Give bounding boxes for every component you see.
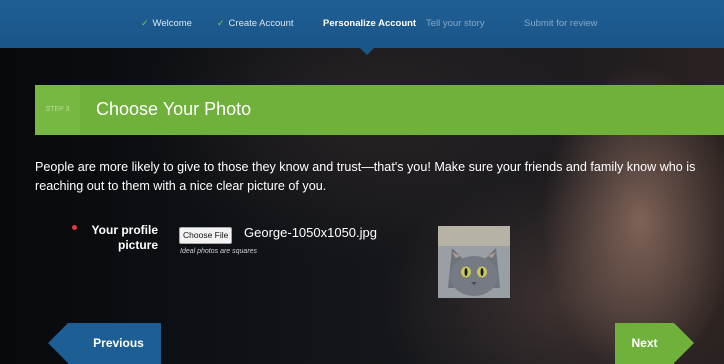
nav-step-create-account[interactable]: ✓ Create Account	[217, 18, 294, 29]
checkmark-icon: ✓	[217, 18, 225, 28]
profile-photo-preview	[438, 226, 510, 298]
previous-button[interactable]: Previous	[68, 323, 161, 364]
choose-file-button[interactable]: Choose File	[179, 227, 233, 244]
checkmark-icon: ✓	[141, 18, 149, 28]
nav-step-welcome[interactable]: ✓ Welcome	[141, 18, 192, 29]
selected-file-name: George-1050x1050.jpg	[244, 225, 377, 240]
step-navigation: ✓ Welcome ✓ Create Account Personalize Acc…	[0, 0, 724, 48]
next-arrow-shape	[674, 323, 694, 363]
photo-hint: Ideal photos are squares	[180, 248, 258, 255]
nav-step-personalize-account[interactable]: Personalize Account	[323, 18, 416, 29]
next-button[interactable]: Next	[615, 323, 674, 364]
section-header: STEP 3 Choose Your Photo	[35, 85, 724, 135]
step-number: STEP 3	[35, 85, 80, 135]
profile-picture-label: Your profile picture	[91, 223, 158, 252]
intro-text: People are more likely to give to those …	[35, 160, 696, 193]
nav-step-submit-for-review[interactable]: Submit for review	[524, 18, 597, 29]
section-title: Choose Your Photo	[96, 99, 252, 119]
active-step-pointer	[360, 48, 374, 55]
nav-step-tell-your-story[interactable]: Tell your story	[426, 18, 485, 29]
previous-arrow-shape	[48, 323, 68, 363]
